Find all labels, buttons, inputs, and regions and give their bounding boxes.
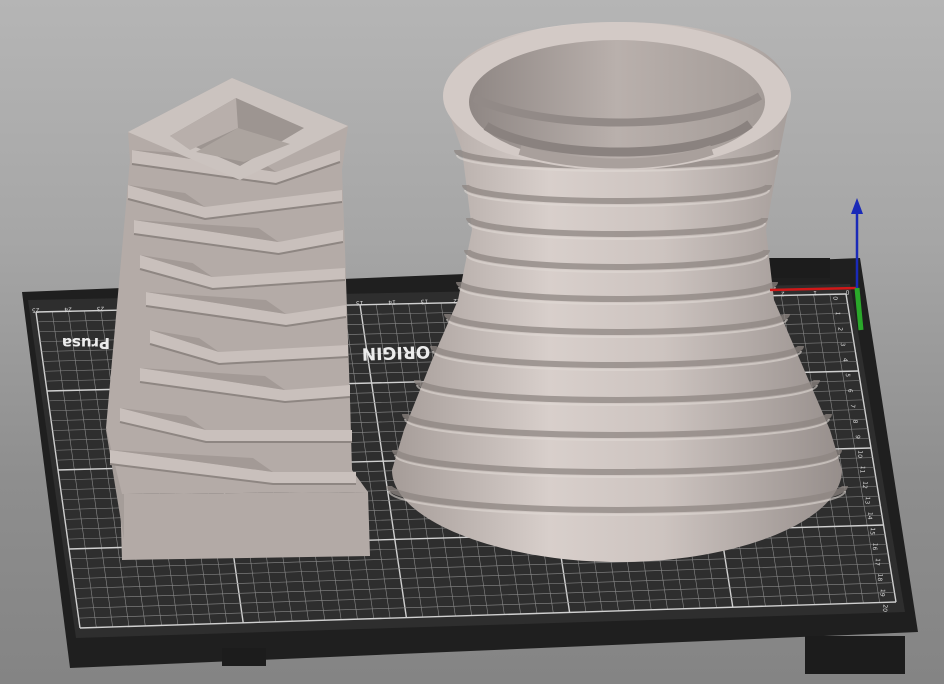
top-scale-label: 23	[96, 305, 104, 312]
bed-tab-left	[222, 648, 266, 666]
bed-tab-top-right	[764, 258, 830, 278]
twisted-vase-base-side	[120, 492, 370, 560]
right-scale-label: 3	[839, 342, 846, 347]
3d-viewport[interactable]: Prusa 3 ORIGIN 2524232221201918171615141…	[0, 0, 944, 684]
right-scale-label: 15	[868, 527, 876, 535]
right-scale-label: 9	[854, 435, 861, 440]
top-scale-label: 15	[356, 299, 364, 306]
right-scale-label: 1	[834, 311, 841, 316]
top-scale-label: 25	[32, 306, 40, 313]
top-scale-label: 13	[420, 298, 428, 305]
right-scale-label: 6	[846, 388, 853, 393]
right-scale-label: 5	[844, 373, 851, 378]
bed-origin-text: ORIGIN	[361, 341, 430, 363]
right-scale-label: 2	[836, 327, 843, 332]
right-scale-label: 11	[858, 465, 866, 473]
right-scale-label: 7	[849, 404, 856, 409]
right-scale-label: 20	[881, 604, 889, 612]
right-scale-label: 14	[866, 512, 874, 520]
right-scale-label: 0	[831, 296, 838, 301]
right-scale-label: 19	[878, 589, 886, 597]
right-scale-label: 4	[841, 358, 848, 363]
right-scale-label: 12	[861, 481, 869, 489]
3d-scene[interactable]: Prusa 3 ORIGIN 2524232221201918171615141…	[0, 0, 944, 684]
right-scale-label: 8	[851, 419, 858, 424]
top-scale-label: 14	[388, 298, 396, 305]
right-scale-label: 10	[856, 450, 864, 458]
z-axis-arrow-icon	[851, 198, 863, 214]
right-scale-label: 16	[871, 542, 879, 550]
round-vase-opening	[469, 40, 765, 164]
bed-brand-text: Prusa	[62, 334, 110, 352]
right-scale-label: 13	[863, 496, 871, 504]
top-scale-label: 24	[64, 305, 72, 312]
right-scale-label: 18	[876, 573, 884, 581]
twisted-square-vase[interactable]	[106, 78, 370, 560]
bed-tab-right	[805, 636, 905, 674]
right-scale-label: 17	[873, 558, 881, 566]
